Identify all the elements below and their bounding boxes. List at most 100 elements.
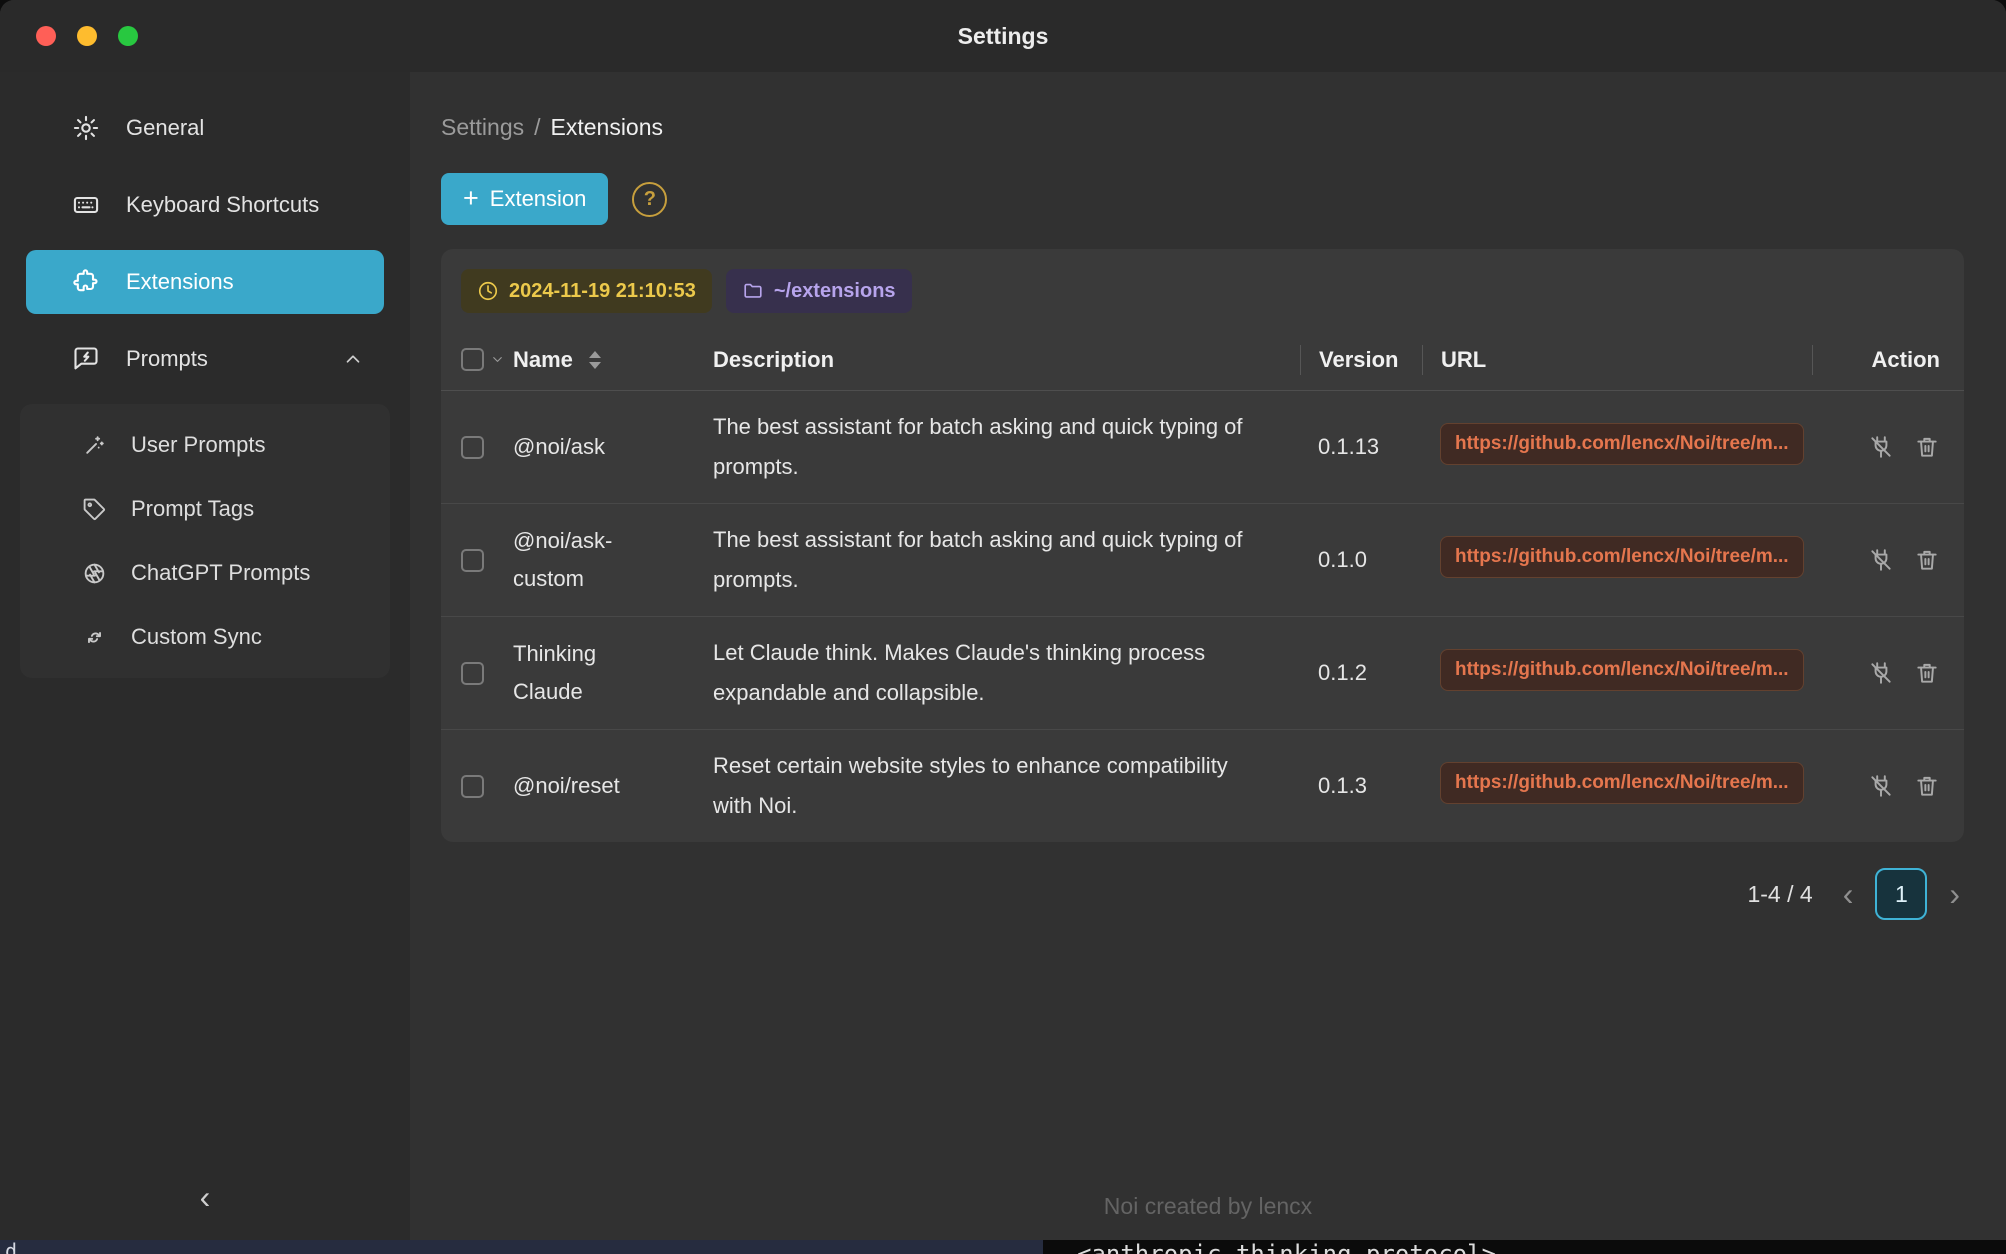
disable-extension-button[interactable] [1868,660,1894,686]
plus-icon: + [463,183,479,214]
extension-version-cell: 0.1.3 [1300,773,1422,799]
breadcrumb-parent[interactable]: Settings [441,114,524,141]
trash-icon [1914,773,1940,799]
row-checkbox[interactable] [461,775,484,798]
row-select-cell [441,549,513,572]
extension-url-cell: https://github.com/lencx/Noi/tree/m... [1422,423,1812,471]
trash-icon [1914,434,1940,460]
extension-url-link[interactable]: https://github.com/lencx/Noi/tree/m... [1440,423,1804,465]
sidebar-item-prompts[interactable]: Prompts [26,327,384,391]
background-editor-left: d [0,1239,1043,1254]
extension-actions-cell [1812,434,1964,460]
unplug-icon [1868,773,1894,799]
sidebar-item-user-prompts[interactable]: User Prompts [26,414,384,476]
pagination-next-button[interactable]: › [1945,878,1964,910]
sidebar-item-label: User Prompts [131,432,265,458]
pagination-page-1-button[interactable]: 1 [1875,868,1927,920]
header-name-label: Name [513,347,573,373]
add-extension-button[interactable]: + Extension [441,173,608,225]
row-select-cell [441,662,513,685]
question-icon: ? [644,188,656,211]
delete-extension-button[interactable] [1914,660,1940,686]
extensions-folder-badge[interactable]: ~/extensions [726,269,912,313]
sidebar-collapse-button[interactable]: ‹ [173,1174,237,1220]
add-extension-label: Extension [490,186,587,212]
sidebar-item-extensions[interactable]: Extensions [26,250,384,314]
header-select-cell [441,348,513,371]
row-checkbox[interactable] [461,436,484,459]
chevron-right-icon: › [1949,876,1960,912]
delete-extension-button[interactable] [1914,547,1940,573]
gear-icon [72,114,100,142]
extension-name: @noi/ask-custom [513,522,663,598]
header-action: Action [1812,345,1964,375]
chevron-left-icon: ‹ [1843,876,1854,912]
extension-description-cell: Let Claude think. Makes Claude's thinkin… [713,633,1300,713]
extension-name-cell: @noi/ask [513,428,713,466]
window-body: General Keyboard Shortcuts Extensions [0,72,2006,1240]
extension-url-link[interactable]: https://github.com/lencx/Noi/tree/m... [1440,762,1804,804]
extension-description-cell: Reset certain website styles to enhance … [713,746,1300,826]
extension-name: Thinking Claude [513,635,663,711]
header-action-label: Action [1872,347,1940,373]
extension-version: 0.1.0 [1318,547,1367,572]
help-button[interactable]: ? [632,182,667,217]
sidebar-item-prompt-tags[interactable]: Prompt Tags [26,478,384,540]
prompts-subpanel: User Prompts Prompt Tags [20,404,390,678]
panel-badges: 2024-11-19 21:10:53 ~/extensions [441,249,1964,329]
extension-version: 0.1.2 [1318,660,1367,685]
extension-url-cell: https://github.com/lencx/Noi/tree/m... [1422,762,1812,810]
extension-description: Reset certain website styles to enhance … [713,746,1258,826]
extension-description: Let Claude think. Makes Claude's thinkin… [713,633,1258,713]
window-title: Settings [958,23,1049,50]
table-row: @noi/ask-custom The best assistant for b… [441,504,1964,617]
sidebar-item-label: Custom Sync [131,624,262,650]
sidebar-item-label: Prompts [126,346,208,372]
window-controls [36,0,138,72]
extension-description-cell: The best assistant for batch asking and … [713,520,1300,600]
breadcrumb: Settings / Extensions [441,114,1964,141]
delete-extension-button[interactable] [1914,773,1940,799]
pagination-page-label: 1 [1895,881,1908,908]
extension-url-link[interactable]: https://github.com/lencx/Noi/tree/m... [1440,536,1804,578]
extension-url-link[interactable]: https://github.com/lencx/Noi/tree/m... [1440,649,1804,691]
sort-toggle[interactable] [589,351,601,369]
titlebar: Settings [0,0,2006,72]
table-header: Name Description Version URL [441,329,1964,391]
extension-name-cell: @noi/ask-custom [513,522,713,598]
chat-bolt-icon [72,345,100,373]
background-window: d <anthropic_thinking_protocol> [0,1239,2006,1254]
minimize-button[interactable] [77,26,97,46]
unplug-icon [1868,547,1894,573]
disable-extension-button[interactable] [1868,547,1894,573]
sidebar-item-custom-sync[interactable]: Custom Sync [26,606,384,668]
close-button[interactable] [36,26,56,46]
extension-version: 0.1.3 [1318,773,1367,798]
clock-icon [477,280,499,302]
chevron-left-icon: ‹ [200,1181,211,1213]
extension-version-cell: 0.1.0 [1300,547,1422,573]
disable-extension-button[interactable] [1868,773,1894,799]
select-all-checkbox[interactable] [461,348,484,371]
trash-icon [1914,660,1940,686]
wand-icon [82,433,107,458]
zoom-button[interactable] [118,26,138,46]
extension-description: The best assistant for batch asking and … [713,407,1258,487]
folder-icon [742,280,764,302]
sidebar-item-keyboard-shortcuts[interactable]: Keyboard Shortcuts [26,173,384,237]
extension-name-cell: Thinking Claude [513,635,713,711]
row-checkbox[interactable] [461,549,484,572]
chatgpt-icon [82,561,107,586]
extension-name-cell: @noi/reset [513,767,713,805]
disable-extension-button[interactable] [1868,434,1894,460]
sidebar-item-general[interactable]: General [26,96,384,160]
delete-extension-button[interactable] [1914,434,1940,460]
pagination-prev-button[interactable]: ‹ [1839,878,1858,910]
extension-version: 0.1.13 [1318,434,1379,459]
row-checkbox[interactable] [461,662,484,685]
sidebar-item-chatgpt-prompts[interactable]: ChatGPT Prompts [26,542,384,604]
main-content: Settings / Extensions + Extension ? [410,72,2006,1240]
chevron-down-icon[interactable] [490,352,505,367]
timestamp-text: 2024-11-19 21:10:53 [509,280,696,303]
header-url: URL [1422,345,1812,375]
